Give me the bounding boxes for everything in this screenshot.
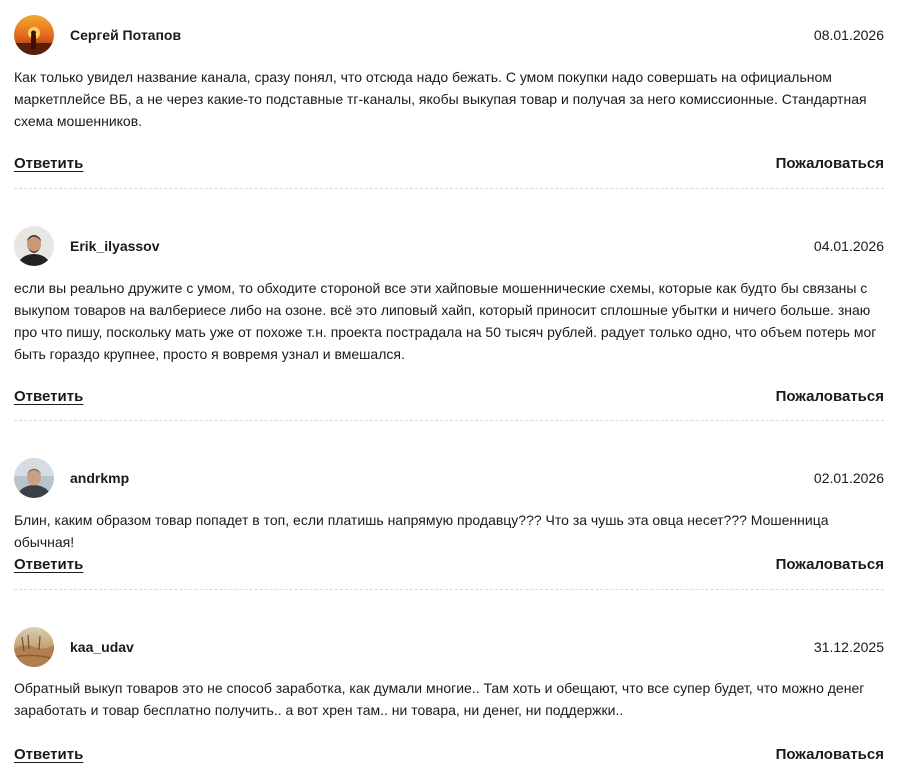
- reply-button[interactable]: Ответить: [14, 387, 83, 407]
- comment-item: Erik_ilyassov 04.01.2026 если вы реально…: [14, 226, 884, 405]
- comment-divider: [14, 188, 884, 189]
- comment-text: Как только увидел название канала, сразу…: [14, 69, 867, 129]
- avatar[interactable]: [14, 226, 54, 266]
- comment-item: kaa_udav 31.12.2025 Обратный выкуп товар…: [14, 627, 884, 763]
- avatar-man-outdoor-icon: [14, 458, 54, 498]
- comment-item: andrkmp 02.01.2026 Блин, каким образом т…: [14, 458, 884, 573]
- comment-actions: Ответить Пожаловаться: [14, 154, 884, 176]
- comment-divider: [14, 420, 884, 421]
- comment-username[interactable]: kaa_udav: [70, 638, 134, 656]
- comment-header: Сергей Потапов 08.01.2026: [14, 15, 884, 55]
- comment-header: kaa_udav 31.12.2025: [14, 627, 884, 667]
- comment-date: 02.01.2026: [813, 470, 884, 486]
- comment-actions: Ответить Пожаловаться: [14, 555, 884, 577]
- reply-button[interactable]: Ответить: [14, 154, 83, 174]
- comment-actions: Ответить Пожаловаться: [14, 387, 884, 409]
- avatar[interactable]: [14, 15, 54, 55]
- comment-date: 04.01.2026: [813, 238, 884, 254]
- report-button[interactable]: Пожаловаться: [776, 154, 884, 174]
- comment-header: Erik_ilyassov 04.01.2026: [14, 226, 884, 266]
- report-button[interactable]: Пожаловаться: [776, 387, 884, 407]
- report-button[interactable]: Пожаловаться: [776, 745, 884, 765]
- comment-username[interactable]: Сергей Потапов: [70, 26, 181, 44]
- avatar[interactable]: [14, 458, 54, 498]
- comment-actions: Ответить Пожаловаться: [14, 745, 884, 767]
- comment-username[interactable]: andrkmp: [70, 469, 129, 487]
- comment-text: Обратный выкуп товаров это не способ зар…: [14, 680, 865, 718]
- avatar-sunset-person-icon: [14, 15, 54, 55]
- comment-divider: [14, 589, 884, 590]
- avatar-desert-landscape-icon: [14, 627, 54, 667]
- comment-text: если вы реально дружите с умом, то обход…: [14, 280, 877, 362]
- reply-button[interactable]: Ответить: [14, 745, 83, 765]
- avatar[interactable]: [14, 627, 54, 667]
- comment-item: Сергей Потапов 08.01.2026 Как только уви…: [14, 15, 884, 172]
- report-button[interactable]: Пожаловаться: [776, 555, 884, 575]
- comment-username[interactable]: Erik_ilyassov: [70, 237, 160, 255]
- comment-date: 08.01.2026: [813, 27, 884, 43]
- comment-text: Блин, каким образом товар попадет в топ,…: [14, 512, 829, 550]
- comment-date: 31.12.2025: [813, 639, 884, 655]
- comment-header: andrkmp 02.01.2026: [14, 458, 884, 498]
- reply-button[interactable]: Ответить: [14, 555, 83, 575]
- avatar-man-portrait-icon: [14, 226, 54, 266]
